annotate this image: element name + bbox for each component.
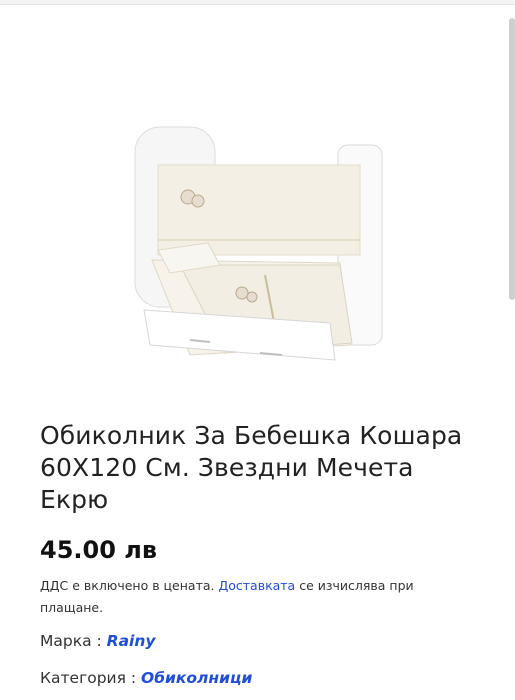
product-title: Обиколник За Бебешка Кошара 60Х120 См. З…: [40, 421, 463, 514]
product-price: 45.00 лв: [40, 536, 158, 564]
top-bar: [0, 0, 515, 5]
category-row: Категория : Обиколници: [40, 669, 252, 687]
brand-label: Марка :: [40, 632, 107, 650]
brand-link[interactable]: Rainy: [107, 632, 156, 650]
shipping-link[interactable]: Доставката: [218, 578, 295, 593]
vat-note: ДДС е включено в цената. Доставката се и…: [40, 575, 480, 619]
product-image-area: [0, 20, 515, 400]
vat-text-before: ДДС е включено в цената.: [40, 578, 219, 593]
category-link[interactable]: Обиколници: [141, 669, 252, 687]
brand-row: Марка : Rainy: [40, 632, 156, 650]
category-label: Категория :: [40, 669, 142, 687]
product-image[interactable]: [130, 115, 390, 375]
